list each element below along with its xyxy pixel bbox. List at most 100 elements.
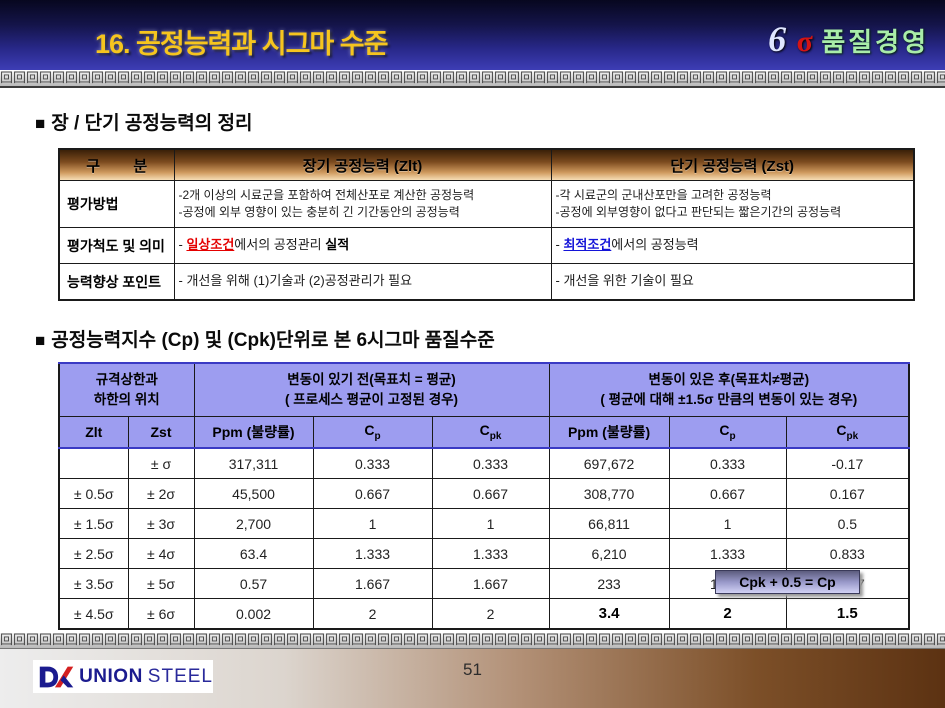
sigma-cell [59,448,128,479]
six-sigma-logo: 6 σ 품질경영 [768,18,929,60]
sigma-cell: 1.667 [313,569,432,599]
sigma-cell: ± 2σ [128,479,194,509]
sigma-cell: ± 3σ [128,509,194,539]
sigma-cell: 0.833 [786,539,909,569]
sigma-cell: 2 [432,599,549,630]
col-header-longterm: 장기 공정능력 (Zlt) [174,149,551,181]
slide-header: 16. 공정능력과 시그마 수준 6 σ 품질경영 [0,0,945,70]
sigma-cell: 63.4 [194,539,313,569]
sigma-cell: 0.333 [313,448,432,479]
eval-table-row: 평가척도 및 의미- 일상조건에서의 공정관리 실적- 최적조건에서의 공정능력 [59,228,914,264]
sigma-cell: ± 2.5σ [59,539,128,569]
sigma-table-row: ± 4.5σ± 6σ0.002223.421.5 [59,599,909,630]
col-header-category: 구 분 [59,149,174,181]
sigma-icon: σ [797,25,813,58]
col-header-cpk-before: Cpk [432,417,549,449]
sigma-cell: ± σ [128,448,194,479]
section1-title: ■ 장 / 단기 공정능력의 정리 [35,108,945,135]
square-bullet-icon: ■ [35,114,45,133]
sigma-cell: 1 [669,509,786,539]
shortterm-cell: -각 시료군의 군내산포만을 고려한 공정능력-공정에 외부영향이 없다고 판단… [551,181,914,228]
sigma-cell: 6,210 [549,539,669,569]
sigma-cell: ± 3.5σ [59,569,128,599]
sigma-table-row: ± 1.5σ± 3σ2,7001166,81110.5 [59,509,909,539]
longterm-cell: - 개선을 위해 (1)기술과 (2)공정관리가 필요 [174,264,551,301]
sigma-cell: ± 4.5σ [59,599,128,630]
sigma-cell: 1.333 [313,539,432,569]
row-label: 평가방법 [59,181,174,228]
sigma-cell: 1.333 [669,539,786,569]
eval-table-body: 평가방법-2개 이상의 시료군을 포함하여 전체산포로 계산한 공정능력-공정에… [59,181,914,301]
sigma-cell: 1.667 [432,569,549,599]
col-header-cp-before: Cp [313,417,432,449]
sigma-cell: 1 [432,509,549,539]
sigma-cell: 2 [313,599,432,630]
slide: 16. 공정능력과 시그마 수준 6 σ 품질경영 回回回回回回回回回回回回回回… [0,0,945,708]
col-header-before-shift: 변동이 있기 전(목표치 = 평균) ( 프로세스 평균이 고정된 경우) [194,363,549,417]
sigma-cell: 0.167 [786,479,909,509]
sigma-cell: 0.5 [786,509,909,539]
sigma-cell: ± 6σ [128,599,194,630]
sigma-table-row: ± σ317,3110.3330.333697,6720.333-0.17 [59,448,909,479]
section2-title-text: 공정능력지수 (Cp) 및 (Cpk)단위로 본 6시그마 품질수준 [51,330,494,351]
eval-table-row: 평가방법-2개 이상의 시료군을 포함하여 전체산포로 계산한 공정능력-공정에… [59,181,914,228]
longterm-shortterm-table: 구 분 장기 공정능력 (Zlt) 단기 공정능력 (Zst) 평가방법-2개 … [58,148,915,301]
col-header-cp-after: Cp [669,417,786,449]
sigma-cell: 0.667 [432,479,549,509]
page-number: 51 [0,660,945,680]
sigma-table-group-header-row: 규격상한과 하한의 위치 변동이 있기 전(목표치 = 평균) ( 프로세스 평… [59,363,909,417]
eval-table-header-row: 구 분 장기 공정능력 (Zlt) 단기 공정능력 (Zst) [59,149,914,181]
shortterm-cell: - 최적조건에서의 공정능력 [551,228,914,264]
col-header-spec-limits: 규격상한과 하한의 위치 [59,363,194,417]
col-header-ppm-before: Ppm (불량률) [194,417,313,449]
shortterm-cell: - 개선을 위한 기술이 필요 [551,264,914,301]
sigma-cell: 317,311 [194,448,313,479]
sigma-cell: ± 4σ [128,539,194,569]
sigma-table-row: ± 2.5σ± 4σ63.41.3331.3336,2101.3330.833 [59,539,909,569]
page-title: 16. 공정능력과 시그마 수준 [95,22,387,61]
sigma-cell: 697,672 [549,448,669,479]
sigma-cell: 3.4 [549,599,669,630]
row-label: 평가척도 및 의미 [59,228,174,264]
sigma-cell: 1.333 [432,539,549,569]
row-label: 능력향상 포인트 [59,264,174,301]
sigma-cell: 0.333 [669,448,786,479]
col-header-after-shift: 변동이 있은 후(목표치≠평균) ( 평균에 대해 ±1.5σ 만큼의 변동이 … [549,363,909,417]
sigma-cell: 0.667 [669,479,786,509]
sigma-table-body: ± σ317,3110.3330.333697,6720.333-0.17± 0… [59,448,909,629]
sigma-cell: 308,770 [549,479,669,509]
longterm-cell: - 일상조건에서의 공정관리 실적 [174,228,551,264]
col-header-zlt: Zlt [59,417,128,449]
col-header-cpk-after: Cpk [786,417,909,449]
sigma-cell: 66,811 [549,509,669,539]
sigma-cell: 0.57 [194,569,313,599]
col-header-zst: Zst [128,417,194,449]
greek-key-border-top: 回回回回回回回回回回回回回回回回回回回回回回回回回回回回回回回回回回回回回回回回… [0,70,945,88]
sigma-cell: 1 [313,509,432,539]
section2-title: ■ 공정능력지수 (Cp) 및 (Cpk)단위로 본 6시그마 품질수준 [35,325,945,352]
sigma-cell: 2,700 [194,509,313,539]
sigma-table-sub-header-row: Zlt Zst Ppm (불량률) Cp Cpk Ppm (불량률) Cp Cp… [59,417,909,449]
section1-title-text: 장 / 단기 공정능력의 정리 [51,113,252,134]
sigma-table-row: ± 0.5σ± 2σ45,5000.6670.667308,7700.6670.… [59,479,909,509]
sigma-cell: 0.002 [194,599,313,630]
square-bullet-icon: ■ [35,331,45,350]
sigma-cell: 0.333 [432,448,549,479]
sigma-cell: ± 1.5σ [59,509,128,539]
sigma-cell: 45,500 [194,479,313,509]
col-header-shortterm: 단기 공정능력 (Zst) [551,149,914,181]
greek-key-border-bottom: 回回回回回回回回回回回回回回回回回回回回回回回回回回回回回回回回回回回回回回回回… [0,632,945,649]
longterm-cell: -2개 이상의 시료군을 포함하여 전체산포로 계산한 공정능력-공정에 외부 … [174,181,551,228]
sigma-cell: -0.17 [786,448,909,479]
logo-six: 6 [768,19,786,59]
logo-quality-text: 품질경영 [821,27,929,57]
sigma-cell: 1.5 [786,599,909,630]
sigma-cell: ± 0.5σ [59,479,128,509]
cpk-formula-badge: Cpk + 0.5 = Cp [715,570,860,594]
col-header-ppm-after: Ppm (불량률) [549,417,669,449]
sigma-cell: 233 [549,569,669,599]
sigma-cell: 2 [669,599,786,630]
sigma-cell: 0.667 [313,479,432,509]
slide-footer: UNION STEEL 51 [0,649,945,708]
eval-table-row: 능력향상 포인트- 개선을 위해 (1)기술과 (2)공정관리가 필요- 개선을… [59,264,914,301]
